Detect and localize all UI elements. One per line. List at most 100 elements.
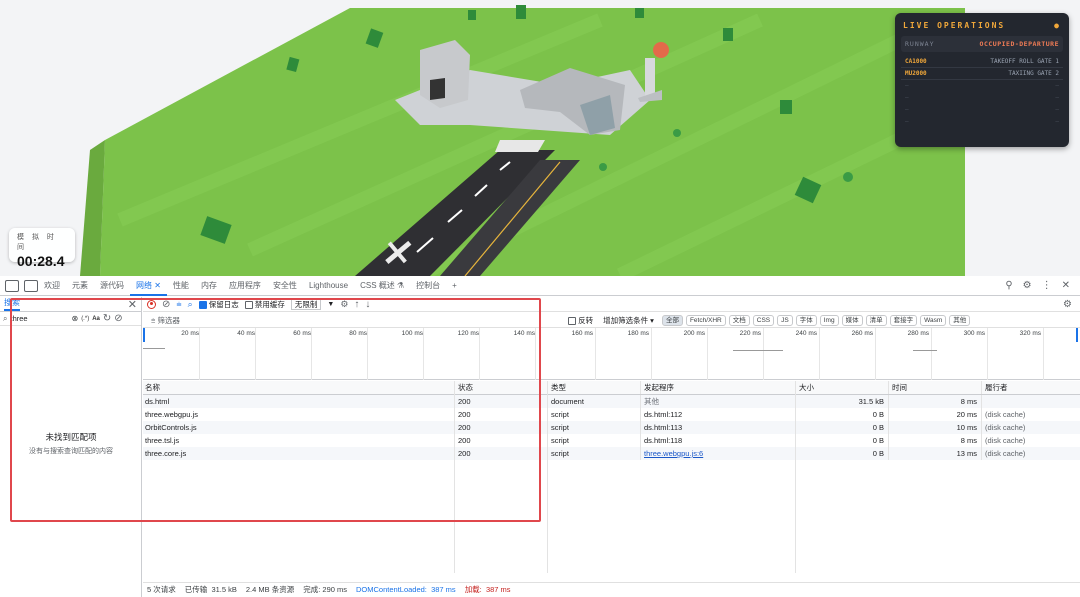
search-input[interactable] [10,313,69,324]
request-name[interactable]: OrbitControls.js [143,421,455,434]
col-size[interactable]: 大小 [796,381,889,394]
network-overview-timeline[interactable]: 20 ms 40 ms 60 ms 80 ms 100 ms 120 ms 14… [143,328,1080,380]
empty-flight-slot: — — [905,82,1059,89]
invert-checkbox[interactable] [568,316,576,325]
device-toolbar-icon[interactable] [5,279,19,292]
network-conditions-icon[interactable]: ⚙ [340,299,348,310]
chip-fetch-xhr[interactable]: Fetch/XHR [685,314,726,326]
invert-toggle[interactable]: 反转 [568,315,593,326]
table-row[interactable]: three.webgpu.js 200 script ds.html:112 0… [143,408,1080,421]
airport-3d-viewport[interactable]: 模 拟 时 间 00:28.4 LIVE OPERATIONS ● RUNWAY… [0,0,1080,276]
request-name[interactable]: ds.html [143,395,455,408]
col-initiator[interactable]: 发起程序 [641,381,796,394]
col-name[interactable]: 名称 [143,381,455,394]
col-status[interactable]: 状态 [455,381,548,394]
close-devtools-icon[interactable]: ✕ [1062,280,1070,291]
timeline-tick: 300 ms [963,330,985,337]
column-divider [454,381,455,573]
no-match-description: 没有与搜索查询匹配的内容 [29,448,113,455]
tab-security[interactable]: 安全性 [267,276,303,296]
preserve-log-checkbox[interactable] [198,300,207,309]
tab-application[interactable]: 应用程序 [223,276,267,296]
request-initiator[interactable]: ds.html:112 [641,408,796,421]
clear-search-icon[interactable]: ⊗ [71,314,78,323]
col-time[interactable]: 时间 [889,381,982,394]
throttling-select[interactable]: 无限制 [290,298,322,310]
tab-console[interactable]: 控制台 [410,276,446,296]
export-har-icon[interactable]: ↓ [365,299,370,310]
resource-type-chips: 全部 Fetch/XHR 文档 CSS JS 字体 Img 媒体 清单 套接字 … [661,314,971,326]
request-initiator-link[interactable]: three.webgpu.js:6 [641,447,796,460]
chip-media[interactable]: 媒体 [841,314,863,326]
load-time: 加载: 387 ms [464,585,511,594]
chip-img[interactable]: Img [819,314,839,326]
tab-welcome[interactable]: 欢迎 [38,276,66,296]
tab-memory[interactable]: 内存 [195,276,223,296]
settings-gear-icon[interactable]: ⚙ [1023,280,1032,291]
request-table: 名称 状态 类型 发起程序 大小 时间 履行者 ds.html 200 docu… [143,381,1080,460]
col-fulfilled-by[interactable]: 履行者 [982,381,1080,394]
chip-all[interactable]: 全部 [661,314,683,326]
chip-socket[interactable]: 套接字 [889,314,918,326]
request-size: 31.5 kB [796,395,889,408]
table-row[interactable]: OrbitControls.js 200 script ds.html:113 … [143,421,1080,434]
more-options-icon[interactable]: ⋮ [1042,280,1052,291]
network-settings-icon[interactable]: ⚙ [1063,299,1080,310]
tab-performance[interactable]: 性能 [167,276,195,296]
preserve-log-toggle[interactable]: 保留日志 [198,299,239,310]
inspect-element-icon[interactable] [24,279,38,292]
search-icon: ⌕ [3,313,8,323]
tab-css-overview[interactable]: CSS 概述 ⚗ [354,276,410,296]
clear-log-icon[interactable]: ⊘ [162,299,170,310]
request-size: 0 B [796,408,889,421]
close-search-icon[interactable]: ✕ [128,298,137,311]
search-drawer-title[interactable]: 搜索 [4,297,20,311]
col-type[interactable]: 类型 [548,381,641,394]
close-tab-icon[interactable]: ✕ [154,281,161,290]
disable-cache-toggle[interactable]: 禁用缓存 [244,299,285,310]
request-name[interactable]: three.webgpu.js [143,408,455,421]
search-empty-state: 未找到匹配项 没有与搜索查询匹配的内容 [0,431,142,456]
table-row[interactable]: three.core.js 200 script three.webgpu.js… [143,447,1080,460]
request-name[interactable]: three.core.js [143,447,455,460]
chip-doc[interactable]: 文档 [728,314,750,326]
tab-elements[interactable]: 元素 [66,276,94,296]
filter-icon[interactable]: ⩧ [176,299,181,310]
more-filters-dropdown[interactable]: 增加筛选条件 ▾ [603,315,654,326]
timeline-tick: 120 ms [457,330,479,337]
table-row[interactable]: three.tsl.js 200 script ds.html:118 0 B … [143,434,1080,447]
chevron-down-icon[interactable]: ▼ [327,301,334,308]
chip-manifest[interactable]: 清单 [865,314,887,326]
chip-js[interactable]: JS [777,314,793,326]
disable-cache-checkbox[interactable] [244,300,253,309]
clear-results-icon[interactable]: ⊘ [114,313,122,324]
connection-icon[interactable]: ⚲ [1005,280,1012,291]
refresh-search-icon[interactable]: ↻ [103,313,111,324]
chip-css[interactable]: CSS [752,314,775,326]
chip-other[interactable]: 其他 [949,314,971,326]
request-name[interactable]: three.tsl.js [143,434,455,447]
request-fulfilled-by: (disk cache) [985,449,1026,458]
match-case-toggle[interactable]: Aa [92,316,100,322]
chip-font[interactable]: 字体 [795,314,817,326]
table-row[interactable]: ds.html 200 document 其他 31.5 kB 8 ms [143,395,1080,408]
runway-status-row: RUNWAY OCCUPIED-DEPARTURE [901,36,1063,52]
record-button[interactable] [147,299,156,309]
request-type: script [548,421,641,434]
tab-lighthouse[interactable]: Lighthouse [303,276,354,296]
request-initiator[interactable]: ds.html:118 [641,434,796,447]
request-fulfilled-by: (disk cache) [985,436,1026,445]
flask-icon: ⚗ [397,280,405,290]
tab-sources[interactable]: 源代码 [94,276,130,296]
chip-wasm[interactable]: Wasm [920,314,947,326]
add-tab-icon[interactable]: + [446,276,463,296]
request-time: 13 ms [889,447,982,460]
regex-toggle[interactable]: (.*) [81,316,89,322]
tab-network[interactable]: 网络 ✕ [130,276,167,296]
request-initiator[interactable]: ds.html:113 [641,421,796,434]
timeline-tick: 60 ms [293,330,311,337]
import-har-icon[interactable]: ↑ [354,299,359,310]
filter-input[interactable]: ⩧ 筛选器 [143,315,568,326]
request-status: 200 [455,434,548,447]
search-network-icon[interactable]: ⌕ [188,299,193,310]
